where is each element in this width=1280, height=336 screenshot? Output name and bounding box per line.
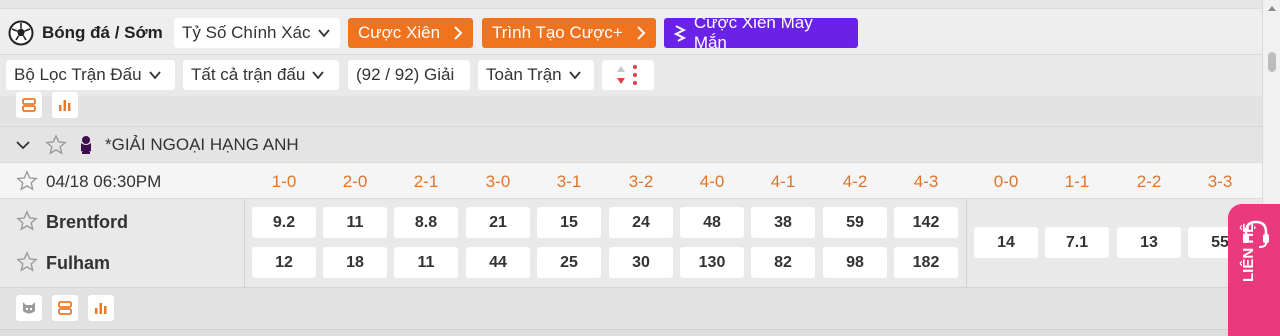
score-header: 4-3 (913, 172, 939, 191)
score-header: 4-0 (699, 172, 725, 191)
odds-cell[interactable]: 38 (751, 207, 815, 238)
score-header: 2-0 (342, 172, 368, 191)
score-header: 0-0 (993, 172, 1019, 191)
chevron-right-icon (454, 26, 463, 40)
soccer-ball-icon (8, 20, 34, 46)
match-filter-dropdown[interactable]: Bộ Lọc Trận Đấu (6, 60, 175, 90)
odds-cell[interactable]: 48 (680, 207, 744, 238)
odds-cell[interactable]: 12 (252, 247, 316, 278)
scroll-up-icon[interactable] (1268, 6, 1276, 11)
score-header: 1-0 (271, 172, 297, 191)
odds-cell[interactable]: 82 (751, 247, 815, 278)
column-divider (966, 199, 967, 287)
period-label: Toàn Trận (486, 65, 562, 84)
odds-cell[interactable]: 44 (466, 247, 530, 278)
chevron-down-icon (568, 71, 581, 80)
chevron-down-icon (312, 71, 325, 80)
odds-cell[interactable]: 21 (466, 207, 530, 238)
score-header: 3-2 (628, 172, 654, 191)
draw-odds-cell[interactable]: 14 (974, 227, 1038, 258)
score-header: 3-1 (556, 172, 582, 191)
chevron-down-icon (317, 29, 330, 38)
league-name: *GIẢI NGOẠI HẠNG ANH (105, 134, 299, 154)
next-row-edge (0, 329, 1262, 336)
match-filter-label: Bộ Lọc Trận Đấu (14, 65, 142, 84)
stats-button[interactable] (88, 295, 114, 321)
sport-selector[interactable]: Bóng đá / Sớm (8, 20, 163, 46)
odds-cell[interactable]: 18 (323, 247, 387, 278)
sort-icon (617, 65, 637, 85)
chevron-right-icon (637, 26, 646, 40)
cat-face-icon (23, 302, 35, 314)
list-icon (58, 301, 72, 315)
odds-cell[interactable]: 59 (823, 207, 887, 238)
star-outline-icon[interactable] (16, 210, 38, 232)
parlay-label: Cược Xiên (358, 23, 441, 42)
top-toolbar: Bóng đá / Sớm Tỷ Số Chính Xác Cược Xiên … (0, 8, 1262, 54)
match-odds-body: Brentford Fulham 9.2 11 8.8 21 15 24 48 … (0, 198, 1262, 287)
odds-cell[interactable]: 130 (680, 247, 744, 278)
filter-bar: Bộ Lọc Trận Đấu Tất cả trận đấu (92 / 92… (0, 54, 1262, 96)
score-header: 1-1 (1064, 172, 1090, 191)
star-outline-icon[interactable] (45, 133, 67, 156)
premier-league-logo-icon (81, 135, 91, 154)
bar-chart-icon (59, 100, 71, 111)
all-matches-dropdown[interactable]: Tất cả trận đấu (183, 60, 339, 90)
odds-cell[interactable]: 98 (823, 247, 887, 278)
star-outline-icon[interactable] (16, 251, 38, 273)
score-header: 4-2 (842, 172, 868, 191)
odds-cell[interactable]: 142 (894, 207, 958, 238)
odds-cell[interactable]: 30 (609, 247, 673, 278)
bet-type-dropdown[interactable]: Tỷ Số Chính Xác (174, 18, 340, 48)
star-outline-icon[interactable] (16, 170, 38, 192)
home-team-name: Brentford (46, 212, 128, 232)
live-stream-button[interactable] (16, 295, 42, 321)
odds-cell[interactable]: 182 (894, 247, 958, 278)
scrollbar-thumb[interactable] (1268, 52, 1276, 72)
bet-builder-label: Trình Tạo Cược+ (492, 23, 623, 42)
score-header-row: 04/18 06:30PM 1-0 2-0 2-1 3-0 3-1 3-2 4-… (0, 162, 1262, 198)
match-time: 04/18 06:30PM (46, 172, 162, 191)
odds-cell[interactable]: 15 (537, 207, 601, 238)
lightning-icon (674, 25, 686, 42)
sort-button[interactable] (602, 60, 654, 90)
draw-odds-cell[interactable]: 13 (1117, 227, 1181, 258)
contact-label: LIÊN HỆ (1240, 222, 1257, 282)
odds-cell[interactable]: 9.2 (252, 207, 316, 238)
odds-cell[interactable]: 25 (537, 247, 601, 278)
previous-match-icon-row (0, 92, 1262, 124)
period-dropdown[interactable]: Toàn Trận (478, 60, 594, 90)
contact-tab[interactable]: LIÊN HỆ (1228, 204, 1280, 336)
score-header: 2-1 (413, 172, 439, 191)
score-header: 3-3 (1207, 172, 1233, 191)
match-list-button[interactable] (52, 295, 78, 321)
odds-cell[interactable]: 11 (323, 207, 387, 238)
all-matches-label: Tất cả trận đấu (191, 65, 306, 84)
score-header: 2-2 (1136, 172, 1162, 191)
league-header[interactable]: *GIẢI NGOẠI HẠNG ANH (0, 126, 1262, 162)
league-count-button[interactable]: (92 / 92) Giải (348, 60, 470, 90)
score-header: 4-1 (770, 172, 796, 191)
parlay-button[interactable]: Cược Xiên (348, 18, 473, 48)
score-header: 3-0 (485, 172, 511, 191)
away-team-name: Fulham (46, 253, 111, 273)
column-divider (244, 199, 245, 287)
odds-cell[interactable]: 11 (394, 247, 458, 278)
stats-button[interactable] (52, 92, 78, 118)
match-list-button[interactable] (16, 92, 42, 118)
odds-cell[interactable]: 24 (609, 207, 673, 238)
league-count-label: (92 / 92) Giải (356, 65, 455, 84)
sport-label: Bóng đá / Sớm (42, 23, 163, 42)
draw-odds-cell[interactable]: 7.1 (1045, 227, 1109, 258)
bet-builder-button[interactable]: Trình Tạo Cược+ (482, 18, 656, 48)
list-icon (22, 98, 36, 112)
lucky-parlay-label: Cược Xiên May Mắn (693, 13, 813, 52)
bar-chart-icon (95, 303, 107, 314)
match-icon-row (0, 287, 1262, 329)
lucky-parlay-button[interactable]: Cược Xiên May Mắn (664, 13, 858, 52)
bet-type-label: Tỷ Số Chính Xác (182, 23, 311, 42)
chevron-down-icon[interactable] (15, 137, 31, 153)
odds-cell[interactable]: 8.8 (394, 207, 458, 238)
chevron-down-icon (148, 71, 161, 80)
